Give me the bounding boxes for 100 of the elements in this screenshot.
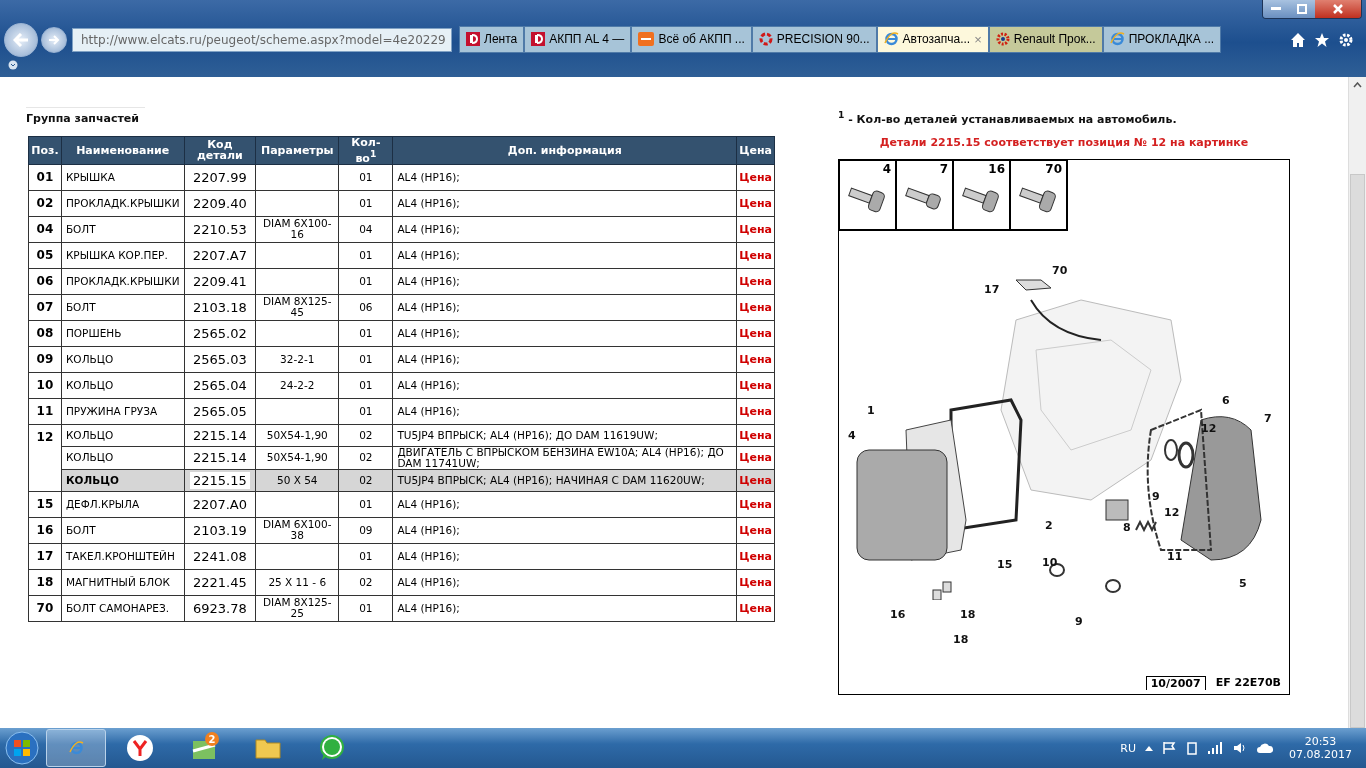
folder-icon: [254, 736, 282, 760]
minimize-button[interactable]: [1263, 0, 1289, 18]
params-cell: DIAM 8X125-25: [255, 595, 339, 622]
name-cell: БОЛТ САМОНАРЕЗ.: [61, 595, 184, 622]
drawing-reference: EF 22E70B: [1215, 675, 1281, 690]
part-number: 9: [1075, 614, 1083, 628]
address-field[interactable]: http://www.elcats.ru/peugeot/scheme.aspx?model=4e20229: [72, 27, 452, 52]
home-icon[interactable]: [1290, 31, 1306, 48]
position-cell: 70: [28, 595, 62, 622]
signal-icon[interactable]: [1208, 742, 1224, 754]
params-cell: DIAM 8X125-45: [255, 294, 339, 321]
browser-tab[interactable]: ПРОКЛАДКА ...: [1102, 25, 1222, 53]
info-cell: AL4 (HP16);: [392, 398, 737, 425]
code-cell: 2210.53: [184, 216, 256, 243]
params-cell: DIAM 6X100-16: [255, 216, 339, 243]
caret-icon[interactable]: [1145, 745, 1153, 751]
part-number: 7: [1264, 411, 1272, 425]
speaker-icon[interactable]: [1233, 742, 1247, 754]
browser-tab[interactable]: Автозапча... ×: [876, 25, 989, 53]
code-cell: 2209.40: [184, 190, 256, 217]
name-cell: ПРОКЛАДК.КРЫШКИ: [61, 268, 184, 295]
letter-logo-icon: [531, 32, 546, 46]
part-number: 12: [1201, 421, 1217, 435]
position-cell: 15: [28, 491, 62, 518]
name-cell: ПОРШЕНЬ: [61, 320, 184, 347]
position-cell: 16: [28, 517, 62, 544]
close-button[interactable]: [1315, 0, 1361, 18]
code-cell: 2207.A7: [184, 242, 256, 269]
thumbnail-number: 7: [939, 161, 948, 176]
part-number: 15: [997, 557, 1013, 571]
position-cell: 05: [28, 242, 62, 269]
info-cell: TU5JP4 ВПРЫСК; AL4 (HP16); ДО DAM 11619UW;: [392, 424, 737, 447]
expand-icon[interactable]: [8, 60, 18, 70]
browser-tab[interactable]: Renault Прок...: [988, 25, 1103, 53]
back-button[interactable]: [4, 22, 38, 57]
part-number: 5: [1239, 576, 1247, 590]
cloud-icon[interactable]: [1256, 742, 1274, 754]
name-cell: ДЕФЛ.КРЫЛА: [61, 491, 184, 518]
params-cell: DIAM 6X100-38: [255, 517, 339, 544]
part-number: 70: [1052, 263, 1068, 277]
column-header: Доп. информация: [392, 136, 737, 165]
code-cell: 2565.03: [184, 346, 256, 373]
clock[interactable]: 20:53 07.08.2017: [1289, 735, 1352, 761]
info-cell: AL4 (HP16);: [392, 517, 737, 544]
url-text: http://www.elcats.ru/peugeot/scheme.aspx?model=4e20229: [81, 32, 446, 47]
part-number: 18: [953, 632, 969, 646]
code-cell: 2207.A0: [184, 491, 256, 518]
column-header: Кол-во$^{1}$: [338, 136, 393, 165]
thumbnail-number: 4: [882, 161, 891, 176]
star-icon[interactable]: [1314, 31, 1330, 48]
browser-tab[interactable]: PRECISION 90...: [751, 25, 877, 53]
footnote: $^{1}$ - Кол-во деталей устанавливаемых на автомобиль.: [838, 109, 1177, 126]
device-icon[interactable]: [1185, 741, 1199, 755]
browser-tab[interactable]: АКПП AL 4 —: [524, 25, 632, 53]
info-cell: AL4 (HP16);: [392, 320, 737, 347]
close-tab-icon[interactable]: ×: [974, 31, 982, 47]
position-cell: 08: [28, 320, 62, 347]
forward-button[interactable]: [41, 26, 67, 53]
date-code: 10/2007: [1145, 675, 1206, 690]
code-cell: 2103.19: [184, 517, 256, 544]
name-cell: КРЫШКА КОР.ПЕР.: [61, 242, 184, 269]
position-cell: 06: [28, 268, 62, 295]
flag-icon[interactable]: [1162, 741, 1176, 755]
info-cell: AL4 (HP16);: [392, 491, 737, 518]
browser-tab[interactable]: Всё об АКПП ...: [631, 25, 752, 53]
column-header: Наименование: [61, 136, 184, 165]
start-button[interactable]: [2, 729, 42, 767]
language-indicator[interactable]: RU: [1120, 741, 1136, 755]
params-cell: 32-2-1: [255, 346, 339, 373]
restore-button[interactable]: [1289, 0, 1315, 18]
column-header: Код детали: [184, 136, 256, 165]
part-number: 8: [1123, 520, 1131, 534]
thumbnail-number: 70: [1045, 161, 1062, 176]
settings-icon[interactable]: [1338, 31, 1354, 48]
position-cell: 04: [28, 216, 62, 243]
part-number: 12: [1164, 505, 1180, 519]
gear-logo-icon: [995, 32, 1010, 46]
info-cell: ДВИГАТЕЛЬ С ВПРЫСКОМ БЕНЗИНА EW10A; AL4 (HP16); ДО DAM 11741UW;: [392, 446, 737, 470]
code-cell: 2209.41: [184, 268, 256, 295]
scrollbar[interactable]: [1348, 77, 1366, 728]
code-cell: 2565.04: [184, 372, 256, 399]
name-cell: БОЛТ: [61, 517, 184, 544]
group-title: Группа запчастей: [26, 107, 145, 128]
params-cell: 25 X 11 - 6: [255, 569, 339, 596]
part-number: 2: [1045, 518, 1053, 532]
code-cell: 6923.78: [184, 595, 256, 622]
browser-tab[interactable]: Лента: [459, 25, 525, 53]
params-cell: 24-2-2: [255, 372, 339, 399]
code-cell: 2221.45: [184, 569, 256, 596]
name-cell: БОЛТ: [61, 294, 184, 321]
forward-arrow-icon: [48, 33, 60, 46]
name-cell: ТАКЕЛ.КРОНШТЕЙН: [61, 543, 184, 570]
position-cell: 10: [28, 372, 62, 399]
part-number: 17: [984, 282, 1000, 296]
notification-badge: 2: [205, 732, 219, 746]
code-cell: 2241.08: [184, 543, 256, 570]
letter-logo-icon: [466, 32, 480, 46]
scroll-up-icon[interactable]: [1353, 82, 1362, 89]
column-header: Цена: [736, 136, 775, 165]
browser-logo-icon: [1109, 32, 1125, 46]
